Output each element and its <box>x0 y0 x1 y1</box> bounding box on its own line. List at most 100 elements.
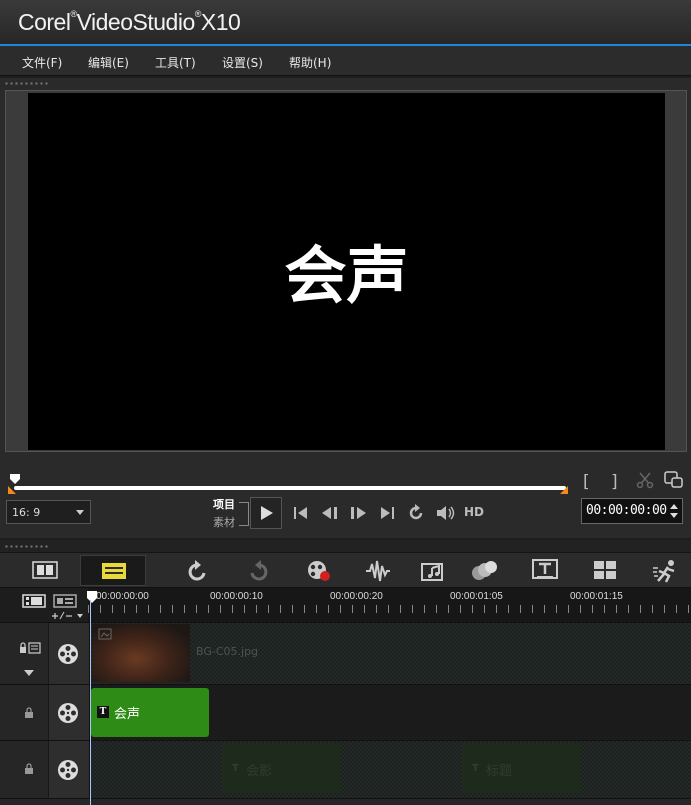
add-chapter-icon[interactable] <box>53 594 77 608</box>
video-track: BG-C05.jpg <box>0 622 691 684</box>
track-manager-icon[interactable] <box>22 594 46 608</box>
timeline-grip[interactable] <box>4 544 50 550</box>
preview-canvas[interactable]: 会声 <box>28 93 665 450</box>
storyboard-icon <box>32 561 58 579</box>
storyboard-view-button[interactable] <box>12 555 78 586</box>
time-ruler[interactable]: 00:00:00:00 00:00:00:10 00:00:00:20 00:0… <box>86 588 691 622</box>
hd-toggle[interactable]: HD <box>464 505 484 519</box>
enlarge-preview-icon[interactable] <box>664 471 684 489</box>
film-reel-icon <box>58 760 78 780</box>
aspect-ratio-select[interactable]: 16: 9 <box>6 500 91 524</box>
mark-out-button[interactable]: ] <box>611 472 618 492</box>
video-track-header <box>0 623 90 684</box>
brand-version: X10 <box>200 9 241 35</box>
title-track-1-body[interactable]: T 会声 <box>90 685 691 740</box>
zoom-controls-icon[interactable] <box>50 611 86 620</box>
timeline-panel: 00:00:00:00 00:00:00:10 00:00:00:20 00:0… <box>0 540 691 805</box>
ruler-label-3: 00:00:01:05 <box>450 591 503 602</box>
chevron-down-icon <box>76 510 84 515</box>
record-capture-icon[interactable] <box>306 559 332 583</box>
preview-window: 会声 <box>5 90 687 452</box>
title-clip-label: 标题 <box>486 764 513 779</box>
ripple-lock-icon[interactable] <box>18 641 42 655</box>
previous-frame-icon[interactable] <box>319 505 341 521</box>
mode-project[interactable]: 项目 <box>213 496 235 514</box>
image-clip-icon <box>98 628 112 640</box>
title-clip-label: 会声 <box>114 707 141 722</box>
brand-corel: Corel <box>18 9 71 35</box>
scrubber[interactable] <box>8 474 568 500</box>
film-reel-icon <box>58 703 78 723</box>
player-panel: 会声 [ ] 16: 9 项目 素材 HD 00:00:00:00 <box>0 78 691 538</box>
lock-icon[interactable] <box>24 707 34 719</box>
subtitle-editor-icon[interactable] <box>532 559 558 581</box>
volume-icon[interactable] <box>435 503 457 523</box>
scrubber-head[interactable] <box>10 474 20 484</box>
scrubber-track[interactable] <box>14 486 566 490</box>
motion-tracking-icon[interactable] <box>470 559 500 583</box>
video-clip-name: BG-C05.jpg <box>196 645 259 658</box>
end-icon[interactable] <box>378 505 398 521</box>
menu-file[interactable]: 文件(F) <box>22 54 62 71</box>
timecode-value: 00:00:00:00 <box>586 503 667 518</box>
menu-bar: 文件(F) 编辑(E) 工具(T) 设置(S) 帮助(H) <box>0 46 691 76</box>
title-bar: Corel®VideoStudio®X10 <box>0 0 691 46</box>
playback-controls: 16: 9 项目 素材 HD 00:00:00:00 <box>0 496 691 538</box>
ruler-row: 00:00:00:00 00:00:00:10 00:00:00:20 00:0… <box>0 588 691 622</box>
mark-out-marker[interactable] <box>558 484 568 494</box>
film-reel-icon <box>58 644 78 664</box>
title-track-2-body[interactable]: T 会影 T 标题 <box>90 741 691 798</box>
play-icon <box>261 506 273 520</box>
timeline-toolbar <box>0 552 691 588</box>
menu-tools[interactable]: 工具(T) <box>155 54 196 71</box>
undo-icon[interactable] <box>186 559 210 583</box>
timecode-field[interactable]: 00:00:00:00 <box>581 498 683 524</box>
title-clip[interactable]: T 会声 <box>91 688 209 737</box>
redo-icon[interactable] <box>246 559 270 583</box>
menu-help[interactable]: 帮助(H) <box>289 54 331 71</box>
playhead-marker[interactable] <box>86 590 98 604</box>
title-clip-icon: T <box>472 763 479 774</box>
aspect-ratio-value: 16: 9 <box>12 506 41 519</box>
timecode-stepper-icon[interactable] <box>669 502 679 520</box>
menu-edit[interactable]: 编辑(E) <box>88 54 129 71</box>
title-clip-dimmed[interactable]: T 会影 <box>222 743 340 793</box>
mark-in-marker[interactable] <box>8 484 18 494</box>
title-clip-dimmed[interactable]: T 标题 <box>462 743 580 793</box>
mode-selector[interactable]: 项目 素材 <box>213 496 235 529</box>
timeline-view-button[interactable] <box>80 555 146 586</box>
ruler-label-1: 00:00:00:10 <box>210 591 263 602</box>
lock-icon[interactable] <box>24 763 34 775</box>
time-remapping-icon[interactable] <box>652 559 680 583</box>
menu-settings[interactable]: 设置(S) <box>222 54 263 71</box>
title-track-1-header: 1 <box>0 685 90 740</box>
title-clip-icon: T <box>232 763 239 774</box>
title-track-2-header: 2 <box>0 741 90 798</box>
multi-camera-icon[interactable] <box>592 559 618 581</box>
home-icon[interactable] <box>292 505 310 521</box>
next-frame-icon[interactable] <box>348 505 370 521</box>
video-track-body[interactable]: BG-C05.jpg <box>90 623 691 684</box>
collapse-track-icon[interactable] <box>23 669 35 677</box>
app-logo: Corel®VideoStudio®X10 <box>18 9 241 35</box>
scissors-icon[interactable] <box>636 471 654 489</box>
mode-clip[interactable]: 素材 <box>213 514 235 532</box>
video-clip-thumbnail[interactable] <box>92 624 190 682</box>
title-clip-label: 会影 <box>246 764 273 779</box>
play-button[interactable] <box>250 497 282 529</box>
brand-videostudio: VideoStudio <box>76 9 196 35</box>
repeat-icon[interactable] <box>406 503 426 523</box>
preview-title-text: 会声 <box>284 239 409 312</box>
panel-grip[interactable] <box>4 81 50 87</box>
mode-bracket <box>239 502 249 526</box>
timeline-view-icon <box>102 563 126 579</box>
ruler-label-4: 00:00:01:15 <box>570 591 623 602</box>
title-track-1: 1 T 会声 <box>0 684 691 740</box>
sound-mixer-icon[interactable] <box>364 558 392 584</box>
auto-music-icon[interactable] <box>420 558 448 584</box>
track-spacer <box>0 798 691 805</box>
title-track-2: 2 T 会影 T 标题 <box>0 740 691 798</box>
mark-in-button[interactable]: [ <box>583 472 590 492</box>
ruler-ticks <box>88 605 691 613</box>
ruler-label-2: 00:00:00:20 <box>330 591 383 602</box>
